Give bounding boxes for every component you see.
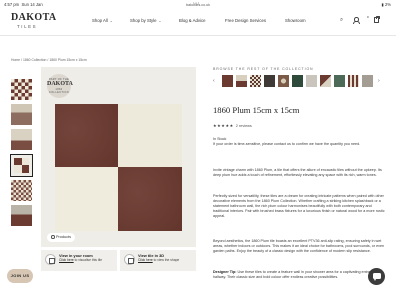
breadcrumb-home[interactable]: Home: [11, 58, 20, 62]
chat-icon[interactable]: [368, 268, 385, 285]
view-in-room-link[interactable]: Click here: [59, 258, 74, 262]
thumbnail-5[interactable]: [11, 179, 32, 201]
bag-icon[interactable]: [374, 16, 380, 23]
product-description: Invite vintage charm with 1860 Plum, a t…: [213, 168, 382, 178]
swatch[interactable]: [264, 75, 275, 87]
product-durability: Beyond aesthetics, the 1860 Plum tile bo…: [213, 239, 385, 254]
thumbnail-2[interactable]: [11, 104, 32, 126]
swatch[interactable]: [222, 75, 233, 87]
thumbnail-3[interactable]: [11, 129, 32, 151]
cube-3d-icon: [124, 254, 135, 265]
swatch[interactable]: [292, 75, 303, 87]
thumbnail-4-active[interactable]: [9, 152, 34, 178]
view-3d-link[interactable]: Click here: [138, 258, 153, 262]
reviews-count[interactable]: 2 reviews: [236, 124, 252, 128]
status-bar: 4:57 pm Sun 14 Jan ••• bakotiles.co.uk ▮…: [0, 0, 396, 9]
star-rating[interactable]: ★★★★★ 2 reviews: [213, 123, 252, 128]
nav-blog-advice[interactable]: Blog & Advice: [179, 18, 206, 23]
swatch[interactable]: [236, 75, 247, 87]
header-divider: [0, 35, 396, 36]
products-button[interactable]: Products: [47, 233, 75, 242]
thumbnail-1[interactable]: [11, 79, 32, 100]
nav-shop-by-style[interactable]: Shop by Style ⌄: [130, 18, 161, 23]
cream-tile: [118, 104, 182, 168]
nav-free-design-services[interactable]: Free Design Services: [225, 18, 266, 23]
thumbnail-list: [9, 79, 36, 230]
battery-indicator: ▮ 2%: [381, 2, 391, 7]
room-icon: [45, 254, 56, 265]
browse-collection-label: BROWSE THE REST OF THE COLLECTION: [213, 67, 314, 71]
swatch[interactable]: [306, 75, 317, 87]
tag-icon: [51, 235, 55, 239]
stock-status: In Stock If your order is time-sensitive…: [213, 137, 361, 147]
thumbnail-6[interactable]: [11, 204, 32, 226]
join-us-button[interactable]: JOIN US: [7, 269, 33, 283]
view-3d-card[interactable]: View tile in 3D Click here to view the s…: [120, 250, 196, 271]
user-icon[interactable]: [353, 17, 360, 24]
cream-tile: [55, 167, 119, 231]
breadcrumb-current: 1860 Plum 15cm x 15cm: [49, 58, 87, 62]
chevron-down-icon: ⌄: [108, 19, 113, 23]
cart-count: 0: [367, 15, 369, 19]
collection-swatches: ‹ ›: [213, 75, 388, 88]
swatch[interactable]: [348, 75, 359, 87]
url-bar[interactable]: bakotiles.co.uk: [0, 3, 396, 7]
chevron-down-icon: ⌄: [157, 19, 162, 23]
search-icon[interactable]: ⌕: [340, 17, 343, 24]
plum-tile: [118, 167, 182, 231]
swatch[interactable]: [278, 75, 289, 87]
swatch[interactable]: [334, 75, 345, 87]
chevron-left-icon[interactable]: ‹: [213, 78, 215, 84]
nav-shop-all[interactable]: Shop All ⌄: [92, 18, 113, 23]
designer-tip: Designer Tip: Use these tiles to create …: [213, 270, 376, 280]
view-in-room-card[interactable]: View in your room Click here to visualis…: [41, 250, 117, 271]
swatch[interactable]: [250, 75, 261, 87]
plum-tile: [55, 104, 119, 168]
site-header: DAKOTA TILES Shop All ⌄ Shop by Style ⌄ …: [0, 9, 396, 35]
swatch[interactable]: [362, 75, 373, 87]
chevron-right-icon[interactable]: ›: [378, 78, 380, 84]
main-product-image[interactable]: PART OF THE DAKOTA 1860 COLLECTION Produ…: [41, 67, 196, 247]
collection-badge: PART OF THE DAKOTA 1860 COLLECTION: [47, 74, 73, 98]
product-versatility: Perfectly sized for versatility, these t…: [213, 194, 385, 219]
site-logo[interactable]: DAKOTA TILES: [11, 13, 56, 30]
breadcrumb-collection[interactable]: 1860 Collection: [23, 58, 46, 62]
product-title: 1860 Plum 15cm x 15cm: [213, 105, 300, 115]
swatch[interactable]: [320, 75, 331, 87]
nav-showroom[interactable]: Showroom: [285, 18, 306, 23]
breadcrumb: Home/1860 Collection/1860 Plum 15cm x 15…: [11, 58, 87, 62]
